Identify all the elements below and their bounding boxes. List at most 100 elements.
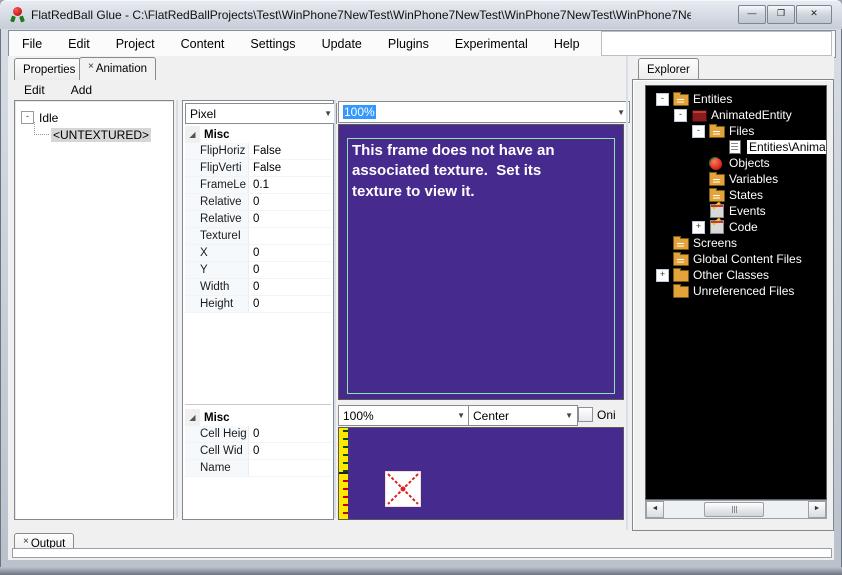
- tab-explorer[interactable]: Explorer: [638, 58, 699, 80]
- property-row[interactable]: X0: [185, 245, 331, 262]
- explorer-item-other-classes[interactable]: + Other Classes: [646, 267, 826, 283]
- alignment-value: Center: [473, 409, 509, 423]
- title-bar[interactable]: FlatRedBall Glue - C:\FlatRedBallProject…: [0, 0, 842, 29]
- onion-skin-label: Oni: [597, 408, 616, 422]
- scroll-right-icon[interactable]: ►: [808, 501, 826, 518]
- property-row[interactable]: Cell Wid0: [185, 443, 331, 460]
- close-button-icon[interactable]: ✕: [796, 5, 832, 24]
- animation-preview-canvas[interactable]: [338, 427, 624, 520]
- explorer-item-animation-file[interactable]: Entities\Animate: [646, 139, 826, 155]
- application-window: FlatRedBall Glue - C:\FlatRedBallProject…: [0, 0, 842, 575]
- client-area: Properties × Animation Edit Add - Idle <…: [8, 56, 834, 560]
- minimize-button-icon[interactable]: —: [738, 5, 766, 24]
- property-row[interactable]: Height0: [185, 296, 331, 313]
- panel-divider: [176, 100, 178, 518]
- folder-grid-icon: [709, 173, 724, 186]
- alignment-combo[interactable]: Center ▼: [468, 405, 578, 426]
- explorer-item-files[interactable]: - Files: [646, 123, 826, 139]
- property-row[interactable]: Relative0: [185, 211, 331, 228]
- explorer-item-animatedentity[interactable]: - AnimatedEntity: [646, 107, 826, 123]
- explorer-item-global-content-files[interactable]: Global Content Files: [646, 251, 826, 267]
- explorer-item-events[interactable]: Events: [646, 203, 826, 219]
- expander-spacer: [692, 157, 705, 170]
- folder-grid-icon: [709, 189, 724, 202]
- menu-overlay-textbox[interactable]: [601, 31, 832, 56]
- dropdown-arrow-icon: ▼: [451, 411, 465, 420]
- explorer-item-objects[interactable]: Objects: [646, 155, 826, 171]
- explorer-item-unreferenced-files[interactable]: Unreferenced Files: [646, 283, 826, 299]
- expander-spacer: [656, 253, 669, 266]
- tree-connector: [34, 122, 49, 135]
- property-row[interactable]: Name: [185, 460, 331, 477]
- texture-preview-canvas[interactable]: This frame does not have an associated t…: [338, 124, 624, 400]
- menu-settings[interactable]: Settings: [237, 32, 308, 56]
- tab-close-icon[interactable]: ×: [88, 61, 94, 72]
- category-label: Misc: [200, 129, 230, 141]
- collapse-triangle-icon[interactable]: ◢: [185, 409, 200, 426]
- texture-frame-outline: This frame does not have an associated t…: [347, 138, 615, 394]
- menu-content[interactable]: Content: [168, 32, 238, 56]
- scroll-left-icon[interactable]: ◄: [646, 501, 664, 518]
- onion-skin-option[interactable]: Oni: [578, 407, 616, 422]
- property-row[interactable]: FrameLe0.1: [185, 177, 331, 194]
- menu-edit[interactable]: Edit: [55, 32, 103, 56]
- explorer-item-variables[interactable]: Variables: [646, 171, 826, 187]
- panel-divider: [334, 100, 336, 518]
- expander-spacer: [656, 237, 669, 250]
- coordinate-type-combo[interactable]: Pixel ▼: [185, 103, 337, 124]
- animation-toolbar: Edit Add: [14, 80, 102, 100]
- tree-item-untextured[interactable]: <UNTEXTURED>: [29, 126, 173, 143]
- onion-skin-checkbox[interactable]: [578, 407, 593, 422]
- explorer-item-code[interactable]: + Code: [646, 219, 826, 235]
- tree-item-label-selected: <UNTEXTURED>: [51, 128, 151, 142]
- expander-icon[interactable]: -: [656, 93, 669, 106]
- folder-file-icon: [709, 125, 724, 138]
- expander-icon[interactable]: -: [674, 109, 687, 122]
- menu-project[interactable]: Project: [103, 32, 168, 56]
- panel-divider: [626, 56, 628, 530]
- property-row[interactable]: FlipHorizFalse: [185, 143, 331, 160]
- collapse-triangle-icon[interactable]: ◢: [185, 126, 200, 143]
- explorer-horizontal-scrollbar[interactable]: ◄ ►: [645, 500, 827, 519]
- collapse-expander-icon[interactable]: -: [21, 111, 34, 124]
- missing-texture-icon: [385, 471, 421, 507]
- expander-icon[interactable]: +: [692, 221, 705, 234]
- property-row[interactable]: Cell Heig0: [185, 426, 331, 443]
- coordinate-type-value: Pixel: [190, 107, 216, 121]
- frame-property-panel: Pixel ▼ ◢ Misc FlipHorizFalse FlipVertiF…: [182, 100, 334, 520]
- dropdown-arrow-icon: ▼: [318, 109, 332, 118]
- property-row[interactable]: Relative0: [185, 194, 331, 211]
- property-row[interactable]: TextureI: [185, 228, 331, 245]
- app-logo-icon: [10, 7, 25, 22]
- menu-experimental[interactable]: Experimental: [442, 32, 541, 56]
- scrollbar-thumb[interactable]: [704, 502, 764, 517]
- preview-zoom-combo[interactable]: 100% ▼: [338, 101, 630, 123]
- animation-zoom-combo[interactable]: 100% ▼: [338, 405, 470, 426]
- menu-plugins[interactable]: Plugins: [375, 32, 442, 56]
- pencil-icon: [709, 221, 724, 234]
- tab-animation[interactable]: × Animation: [79, 57, 156, 80]
- menu-help[interactable]: Help: [541, 32, 593, 56]
- expander-icon[interactable]: -: [692, 125, 705, 138]
- category-misc[interactable]: ◢ Misc: [185, 126, 331, 143]
- explorer-item-entities[interactable]: - Entities: [646, 91, 826, 107]
- explorer-item-screens[interactable]: Screens: [646, 235, 826, 251]
- expander-icon[interactable]: +: [656, 269, 669, 282]
- explorer-item-states[interactable]: States: [646, 187, 826, 203]
- tab-properties[interactable]: Properties: [14, 58, 84, 80]
- category-misc[interactable]: ◢ Misc: [185, 409, 331, 426]
- menu-file[interactable]: File: [9, 32, 55, 56]
- tab-close-icon[interactable]: ×: [23, 536, 29, 547]
- maximize-button-icon[interactable]: ❐: [767, 5, 795, 24]
- property-row[interactable]: FlipVertiFalse: [185, 160, 331, 177]
- window-bottom-edge: [0, 567, 842, 575]
- expander-spacer: [692, 189, 705, 202]
- toolbar-edit-button[interactable]: Edit: [14, 81, 55, 99]
- animation-zoom-value: 100%: [343, 409, 374, 423]
- folder-grid-icon: [673, 93, 688, 106]
- toolbar-add-button[interactable]: Add: [61, 81, 102, 99]
- property-row[interactable]: Width0: [185, 279, 331, 296]
- file-icon: [727, 141, 742, 154]
- property-row[interactable]: Y0: [185, 262, 331, 279]
- menu-update[interactable]: Update: [309, 32, 375, 56]
